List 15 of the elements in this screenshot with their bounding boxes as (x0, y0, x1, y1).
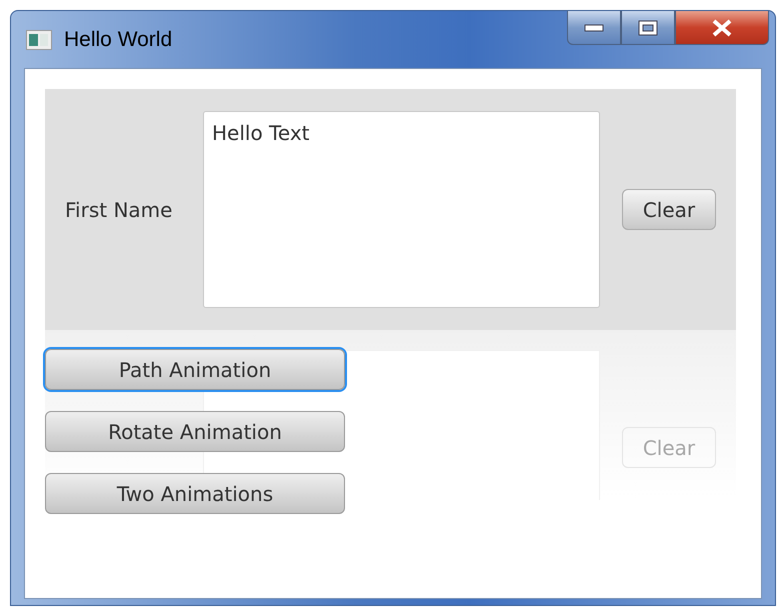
maximize-button[interactable] (621, 11, 675, 45)
window-title: Hello World (64, 26, 172, 53)
animation-button[interactable]: Path Animation (45, 349, 345, 390)
minimize-button[interactable] (567, 11, 621, 45)
minimize-icon (584, 24, 604, 32)
animation-button[interactable]: Two Animations (45, 473, 345, 514)
clear-button[interactable]: Clear (622, 189, 716, 230)
close-icon (711, 18, 733, 36)
field-label: First Name (65, 196, 174, 224)
maximize-icon (638, 20, 658, 36)
animation-button[interactable]: Rotate Animation (45, 411, 345, 452)
app-icon (26, 30, 52, 50)
text-area[interactable]: Hello Text (203, 111, 600, 308)
clear-button-reflection: Clear (622, 427, 716, 468)
close-button[interactable] (675, 11, 769, 45)
